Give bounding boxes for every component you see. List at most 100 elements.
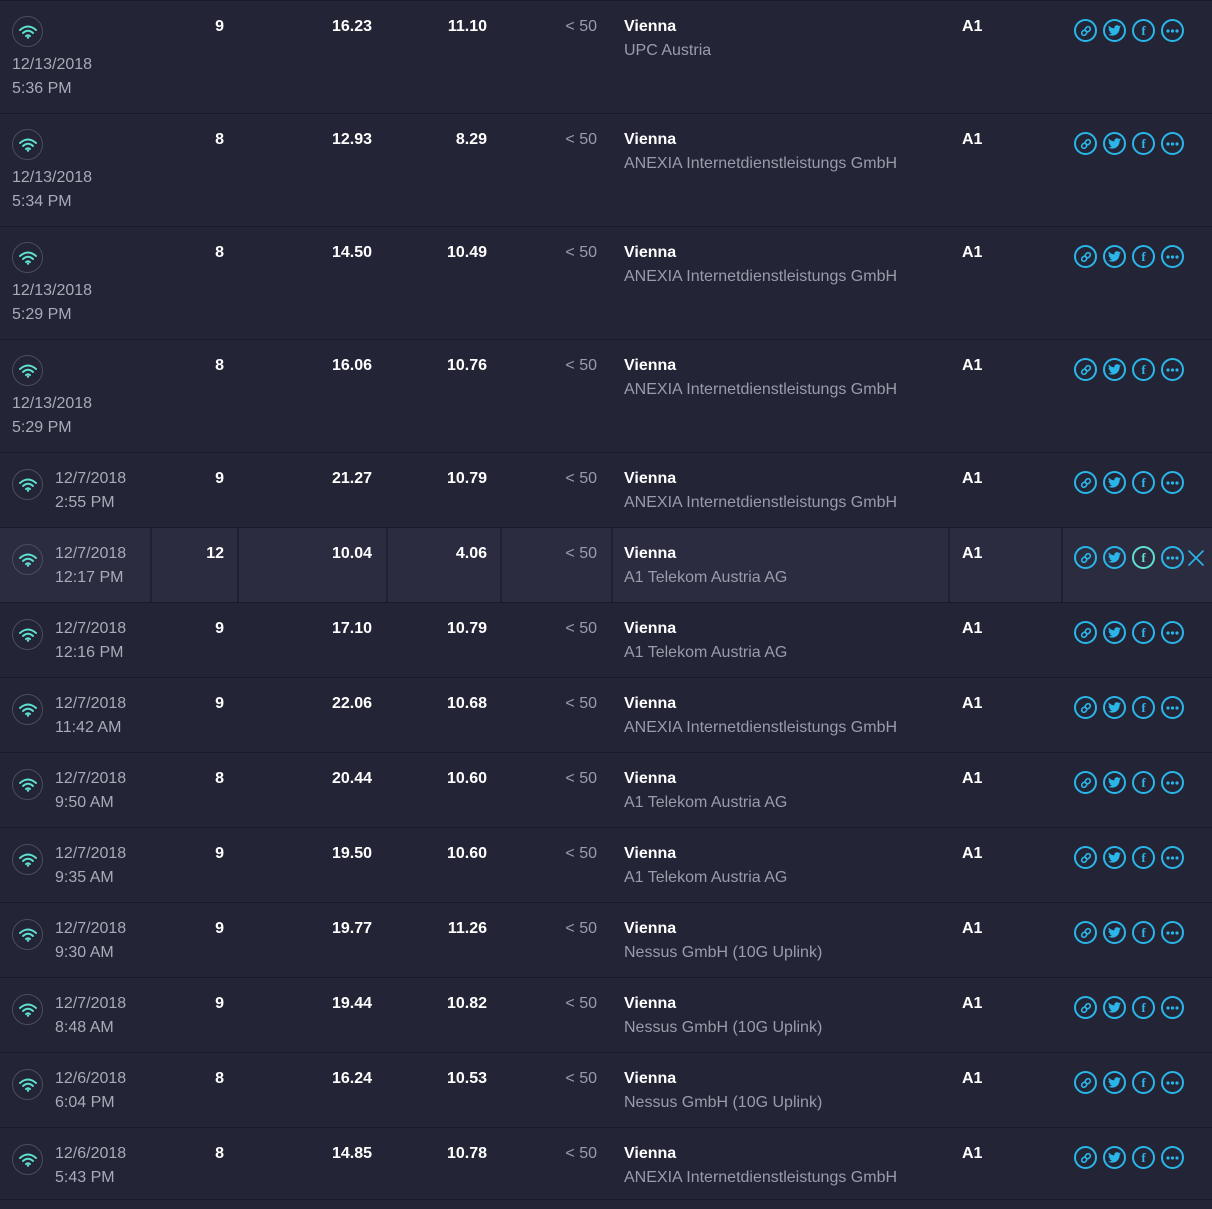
result-datetime: 12/13/2018 5:36 PM [12, 53, 92, 101]
twitter-icon[interactable] [1103, 19, 1126, 42]
link-icon[interactable] [1074, 358, 1097, 381]
result-date: 12/7/2018 [55, 620, 127, 637]
facebook-icon[interactable]: f [1132, 471, 1155, 494]
link-icon[interactable] [1074, 471, 1097, 494]
more-icon[interactable] [1161, 546, 1184, 569]
result-time: 5:43 PM [55, 1169, 115, 1186]
facebook-icon[interactable]: f [1132, 1071, 1155, 1094]
upload-value: 11.10 [447, 18, 487, 35]
twitter-icon[interactable] [1103, 245, 1126, 268]
more-icon[interactable] [1161, 771, 1184, 794]
upload-value: 11.26 [447, 920, 487, 937]
facebook-icon[interactable]: f [1132, 19, 1155, 42]
table-row[interactable]: 12/7/2018 9:35 AM 9 19.50 10.60 < 50 Vienna A1 … [0, 828, 1212, 903]
link-icon[interactable] [1074, 245, 1097, 268]
facebook-icon[interactable]: f [1132, 771, 1155, 794]
facebook-icon[interactable]: f [1132, 358, 1155, 381]
link-icon[interactable] [1074, 921, 1097, 944]
link-icon[interactable] [1074, 846, 1097, 869]
facebook-icon[interactable]: f [1132, 245, 1155, 268]
result-datetime: 12/7/2018 12:17 PM [55, 542, 126, 590]
twitter-icon[interactable] [1103, 921, 1126, 944]
result-date: 12/7/2018 [55, 995, 127, 1012]
twitter-icon[interactable] [1103, 846, 1126, 869]
link-icon[interactable] [1074, 696, 1097, 719]
jitter-value: < 50 [565, 18, 597, 35]
result-date: 12/7/2018 [55, 470, 127, 487]
table-row[interactable]: 12/7/2018 9:30 AM 9 19.77 11.26 < 50 Vienna Nes… [0, 903, 1212, 978]
result-time: 12:16 PM [55, 644, 124, 661]
more-icon[interactable] [1161, 471, 1184, 494]
twitter-icon[interactable] [1103, 358, 1126, 381]
twitter-icon[interactable] [1103, 771, 1126, 794]
server-name: A1 [962, 1145, 983, 1162]
more-icon[interactable] [1161, 696, 1184, 719]
link-icon[interactable] [1074, 546, 1097, 569]
column-divider [948, 528, 950, 602]
twitter-icon[interactable] [1103, 696, 1126, 719]
ping-value: 8 [215, 357, 224, 374]
facebook-icon[interactable]: f [1132, 696, 1155, 719]
table-row[interactable]: 12/7/2018 2:55 PM 9 21.27 10.79 < 50 Vienna ANE… [0, 453, 1212, 528]
twitter-icon[interactable] [1103, 621, 1126, 644]
result-time: 9:30 AM [55, 944, 114, 961]
more-icon[interactable] [1161, 19, 1184, 42]
link-icon[interactable] [1074, 996, 1097, 1019]
jitter-value: < 50 [565, 470, 597, 487]
wifi-icon [12, 844, 43, 875]
facebook-icon[interactable]: f [1132, 846, 1155, 869]
table-row[interactable]: 12/13/2018 5:29 PM 8 16.06 10.76 < 50 Vienna AN… [0, 340, 1212, 453]
twitter-icon[interactable] [1103, 132, 1126, 155]
facebook-icon[interactable]: f [1132, 921, 1155, 944]
table-row[interactable]: 12/7/2018 11:42 AM 9 22.06 10.68 < 50 Vienna AN… [0, 678, 1212, 753]
link-icon[interactable] [1074, 1146, 1097, 1169]
column-divider [611, 528, 613, 602]
facebook-icon[interactable]: f [1132, 1146, 1155, 1169]
isp-name: Nessus GmbH (10G Uplink) [624, 944, 823, 961]
more-icon[interactable] [1161, 621, 1184, 644]
more-icon[interactable] [1161, 846, 1184, 869]
result-datetime: 12/6/2018 5:43 PM [55, 1142, 126, 1190]
link-icon[interactable] [1074, 621, 1097, 644]
more-icon[interactable] [1161, 1146, 1184, 1169]
close-icon[interactable] [1186, 548, 1206, 568]
facebook-icon[interactable]: f [1132, 132, 1155, 155]
facebook-icon[interactable]: f [1132, 621, 1155, 644]
isp-name: A1 Telekom Austria AG [624, 869, 788, 886]
table-row[interactable]: 12/6/2018 5:43 PM 8 14.85 10.78 < 50 Vienna ANE… [0, 1128, 1212, 1200]
wifi-icon [12, 994, 43, 1025]
table-row[interactable]: 12/13/2018 5:29 PM 8 14.50 10.49 < 50 Vienna AN… [0, 227, 1212, 340]
twitter-icon[interactable] [1103, 546, 1126, 569]
table-row[interactable]: 12/13/2018 5:34 PM 8 12.93 8.29 < 50 Vienna ANE… [0, 114, 1212, 227]
table-row[interactable]: 12/6/2018 6:04 PM 8 16.24 10.53 < 50 Vienna Nes… [0, 1053, 1212, 1128]
twitter-icon[interactable] [1103, 471, 1126, 494]
share-actions: f [1074, 996, 1184, 1019]
facebook-icon[interactable]: f [1132, 546, 1155, 569]
share-actions: f [1074, 921, 1184, 944]
table-row[interactable]: 12/7/2018 8:48 AM 9 19.44 10.82 < 50 Vienna Nes… [0, 978, 1212, 1053]
table-row[interactable]: 12/7/2018 12:16 PM 9 17.10 10.79 < 50 Vienna A1… [0, 603, 1212, 678]
link-icon[interactable] [1074, 132, 1097, 155]
table-row[interactable]: 12/7/2018 12:17 PM 12 10.04 4.06 < 50 Vienna A1… [0, 528, 1212, 603]
more-icon[interactable] [1161, 996, 1184, 1019]
wifi-icon [12, 1144, 43, 1175]
share-actions: f [1074, 1146, 1184, 1169]
twitter-icon[interactable] [1103, 1146, 1126, 1169]
table-row[interactable]: 12/13/2018 5:36 PM 9 16.23 11.10 < 50 Vienna UP… [0, 1, 1212, 114]
server-city: Vienna [624, 131, 677, 148]
twitter-icon[interactable] [1103, 996, 1126, 1019]
table-row[interactable]: 12/7/2018 9:50 AM 8 20.44 10.60 < 50 Vienna A1 … [0, 753, 1212, 828]
more-icon[interactable] [1161, 1071, 1184, 1094]
twitter-icon[interactable] [1103, 1071, 1126, 1094]
jitter-value: < 50 [565, 1070, 597, 1087]
link-icon[interactable] [1074, 19, 1097, 42]
more-icon[interactable] [1161, 921, 1184, 944]
link-icon[interactable] [1074, 1071, 1097, 1094]
more-icon[interactable] [1161, 358, 1184, 381]
more-icon[interactable] [1161, 245, 1184, 268]
more-icon[interactable] [1161, 132, 1184, 155]
facebook-icon[interactable]: f [1132, 996, 1155, 1019]
isp-name: A1 Telekom Austria AG [624, 569, 788, 586]
server-name: A1 [962, 244, 983, 261]
link-icon[interactable] [1074, 771, 1097, 794]
